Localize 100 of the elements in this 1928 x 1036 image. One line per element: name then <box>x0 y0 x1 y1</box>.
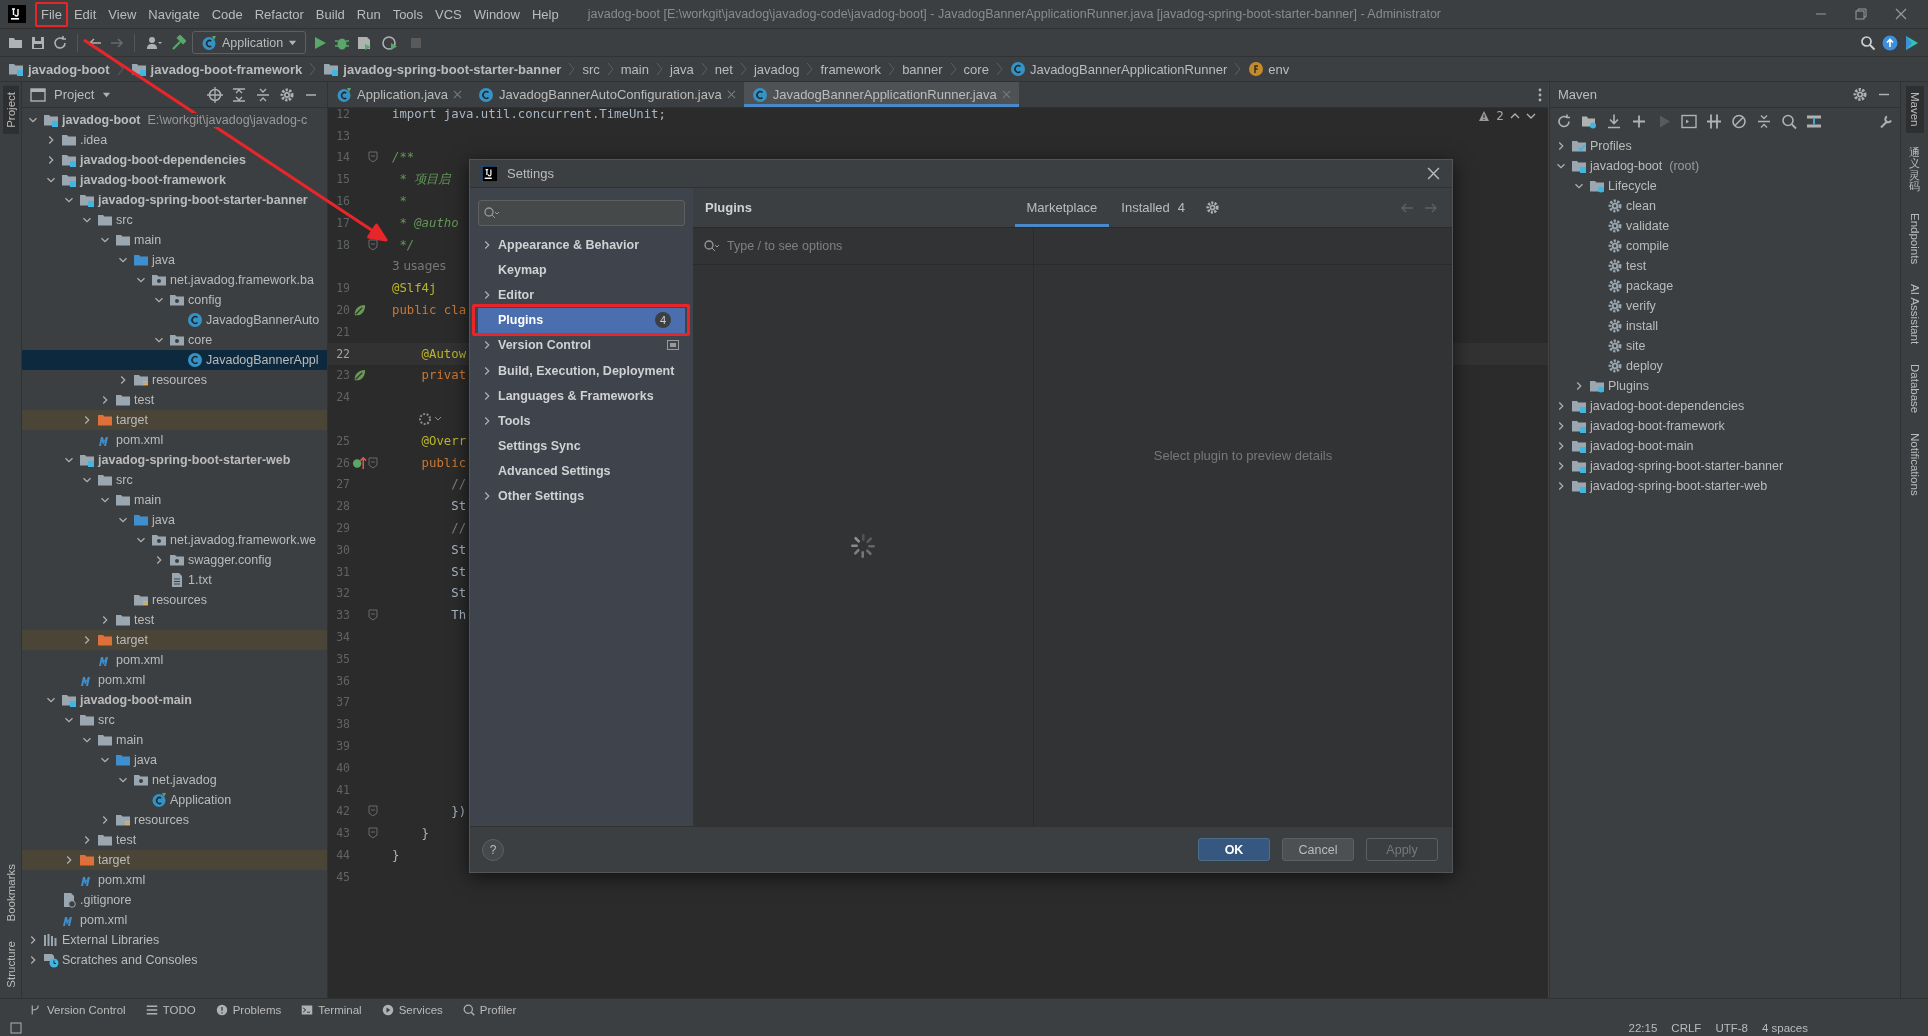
settings-icon[interactable] <box>1205 200 1220 215</box>
breadcrumb-item[interactable]: javadog-spring-boot-starter-banner <box>323 61 562 77</box>
status-item[interactable]: CRLF <box>1671 1022 1702 1034</box>
tree-item[interactable]: pom.xml <box>22 650 327 670</box>
tree-item[interactable]: pom.xml <box>22 430 327 450</box>
tree-item[interactable]: pom.xml <box>22 670 327 690</box>
tree-item[interactable]: src <box>22 470 327 490</box>
restore-icon[interactable] <box>1854 7 1868 21</box>
tree-item[interactable]: validate <box>1550 216 1900 236</box>
tool-window-tab[interactable]: Notifications <box>1905 427 1924 502</box>
tree-item[interactable]: javadog-boot-framework <box>22 170 327 190</box>
skip-tests-icon[interactable] <box>1731 112 1747 130</box>
tree-item[interactable]: deploy <box>1550 356 1900 376</box>
settings-nav-item[interactable]: Tools <box>478 408 685 434</box>
assistant-icon[interactable] <box>1904 34 1920 51</box>
tree-item[interactable]: site <box>1550 336 1900 356</box>
breadcrumb-item[interactable]: javadog <box>753 61 800 77</box>
tree-item[interactable]: net.javadog <box>22 770 327 790</box>
tree-item[interactable]: net.javadog.framework.we <box>22 530 327 550</box>
menu-item[interactable]: VCS <box>430 4 467 24</box>
breadcrumb-item[interactable]: env <box>1248 61 1290 77</box>
tree-item[interactable]: javadog-boot E:\workgit\javadog\javadog-c <box>22 110 327 130</box>
run-config-dropdown[interactable]: Application <box>192 31 307 54</box>
tool-window-button[interactable]: Profiler <box>462 1003 517 1016</box>
search-icon[interactable] <box>1860 34 1876 51</box>
tree-item[interactable]: Application <box>22 790 327 810</box>
plugin-tab[interactable]: Installed 4 <box>1109 188 1197 227</box>
menu-item[interactable]: Build <box>310 4 350 24</box>
hammer-icon[interactable] <box>170 34 186 51</box>
tool-window-button[interactable]: TODO <box>145 1003 196 1016</box>
tool-window-tab[interactable]: Database <box>1905 357 1924 420</box>
tree-item[interactable]: Scratches and Consoles <box>22 950 327 970</box>
toggle-offline-icon[interactable] <box>1706 112 1722 130</box>
tree-item[interactable]: target <box>22 850 327 870</box>
tree-item[interactable]: javadog-spring-boot-starter-web <box>1550 476 1900 496</box>
tree-item[interactable]: compile <box>1550 236 1900 256</box>
tree-item[interactable]: javadog-spring-boot-starter-banner <box>1550 456 1900 476</box>
menu-item[interactable]: Refactor <box>249 4 309 24</box>
tree-item[interactable]: 1.txt <box>22 570 327 590</box>
settings-icon[interactable] <box>279 86 295 103</box>
menu-item[interactable]: Tools <box>387 4 428 24</box>
menu-item[interactable]: Run <box>351 4 386 24</box>
save-icon[interactable] <box>30 34 46 51</box>
tree-item[interactable]: main <box>22 730 327 750</box>
breadcrumb-item[interactable]: net <box>714 61 733 77</box>
tree-item[interactable]: config <box>22 290 327 310</box>
tool-window-tab[interactable]: Structure <box>2 935 19 994</box>
editor-tab[interactable]: JavadogBannerApplicationRunner.java <box>743 82 1019 107</box>
tool-window-button[interactable]: Services <box>381 1003 443 1016</box>
tool-window-tab[interactable]: Endpoints <box>1905 206 1924 270</box>
reload-icon[interactable] <box>1556 112 1572 130</box>
breadcrumb-item[interactable]: framework <box>820 61 882 77</box>
menu-item[interactable]: Code <box>206 4 248 24</box>
chevron-up-icon[interactable] <box>1510 111 1520 121</box>
tree-item[interactable]: net.javadog.framework.ba <box>22 270 327 290</box>
breadcrumb-item[interactable]: JavadogBannerApplicationRunner <box>1009 61 1228 77</box>
tree-item[interactable]: resources <box>22 590 327 610</box>
console-icon[interactable] <box>1681 112 1697 130</box>
settings-nav-item[interactable]: Version Control <box>478 332 685 358</box>
menu-item[interactable]: Window <box>468 4 525 24</box>
tree-item[interactable]: test <box>22 830 327 850</box>
tool-window-tab[interactable]: AI Assistant <box>1905 277 1924 350</box>
tree-item[interactable]: Lifecycle <box>1550 176 1900 196</box>
settings-icon[interactable] <box>1852 86 1868 103</box>
menu-item[interactable]: Navigate <box>143 4 205 24</box>
tree-item[interactable]: src <box>22 710 327 730</box>
tree-item[interactable]: JavadogBannerAuto <box>22 310 327 330</box>
tree-item[interactable]: resources <box>22 370 327 390</box>
tree-item[interactable]: .idea <box>22 130 327 150</box>
tree-item[interactable]: resources <box>22 810 327 830</box>
close-icon[interactable] <box>1427 167 1440 180</box>
tree-item[interactable]: package <box>1550 276 1900 296</box>
tree-item[interactable]: core <box>22 330 327 350</box>
settings-nav-item[interactable]: Advanced Settings <box>478 458 685 484</box>
editor-tab[interactable]: Application.java <box>328 82 471 107</box>
fold-marker-icon[interactable] <box>368 151 378 164</box>
close-icon[interactable] <box>1894 7 1908 21</box>
more-icon[interactable] <box>1538 87 1542 102</box>
collapse-icon[interactable] <box>1756 112 1772 130</box>
settings-nav-item[interactable]: Languages & Frameworks <box>478 383 685 409</box>
breadcrumb-item[interactable]: src <box>582 61 600 77</box>
tool-window-button[interactable]: Version Control <box>30 1003 126 1016</box>
breadcrumb-item[interactable]: main <box>620 61 649 77</box>
tree-item[interactable]: JavadogBannerAppl <box>22 350 327 370</box>
tree-item[interactable]: External Libraries <box>22 930 327 950</box>
tree-item[interactable]: javadog-boot-main <box>1550 436 1900 456</box>
search-field[interactable] <box>478 200 685 226</box>
menu-item[interactable]: Edit <box>68 4 102 24</box>
settings-nav-item[interactable]: Other Settings <box>478 483 685 510</box>
coverage-icon[interactable] <box>356 34 373 51</box>
settings-nav-item[interactable]: Appearance & Behavior <box>478 232 685 258</box>
expand-all-icon[interactable] <box>231 86 247 103</box>
menu-item[interactable]: Help <box>526 4 564 24</box>
tree-item[interactable]: javadog-boot-dependencies <box>1550 396 1900 416</box>
dropdown-caret-icon[interactable] <box>102 90 112 99</box>
tree-item[interactable]: main <box>22 230 327 250</box>
breadcrumb-item[interactable]: javadog-boot <box>8 61 110 77</box>
fold-marker-icon[interactable] <box>368 456 378 469</box>
tool-window-button[interactable]: Terminal <box>301 1003 362 1016</box>
user-icon[interactable] <box>144 34 164 51</box>
